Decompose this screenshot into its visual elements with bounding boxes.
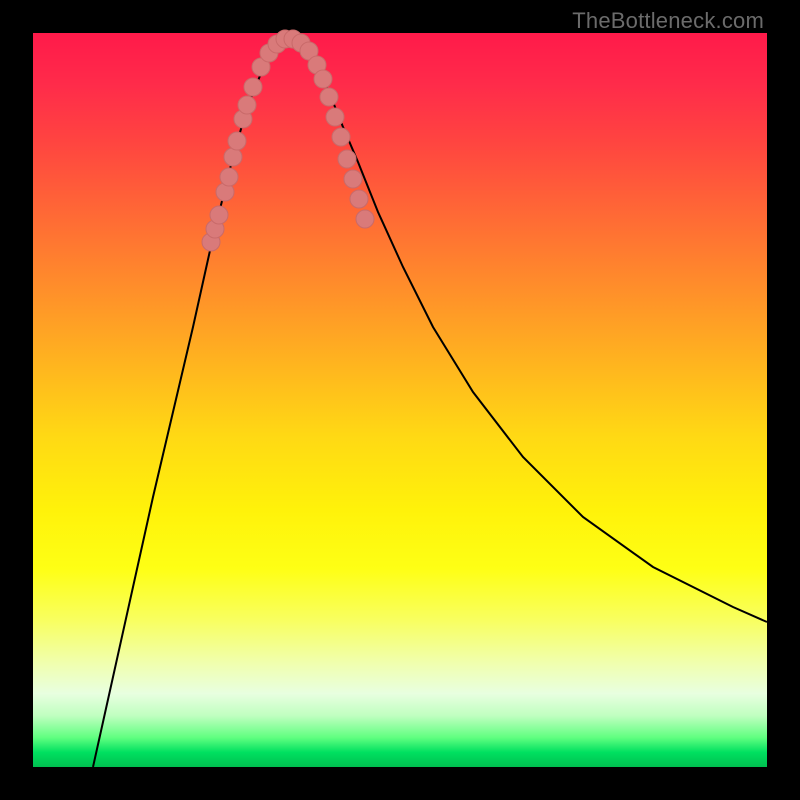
marker-dots [202,30,374,251]
right-curve [288,37,767,622]
left-curve [93,37,288,767]
marker-dot [228,132,246,150]
marker-dot [314,70,332,88]
chart-svg [33,33,767,767]
marker-dot [238,96,256,114]
marker-dot [350,190,368,208]
marker-dot [320,88,338,106]
marker-dot [332,128,350,146]
marker-dot [210,206,228,224]
marker-dot [356,210,374,228]
marker-dot [220,168,238,186]
marker-dot [224,148,242,166]
watermark-text: TheBottleneck.com [572,8,764,34]
marker-dot [338,150,356,168]
marker-dot [326,108,344,126]
marker-dot [344,170,362,188]
marker-dot [244,78,262,96]
